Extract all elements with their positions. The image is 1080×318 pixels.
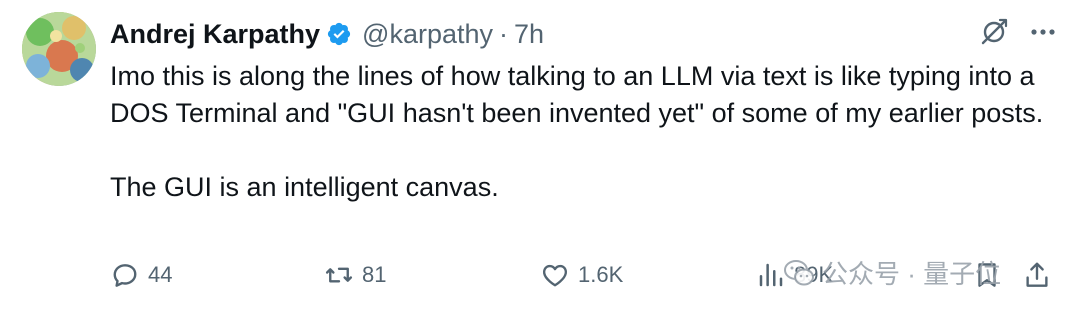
more-icon[interactable]: [1028, 17, 1058, 52]
bookmark-icon: [978, 263, 996, 287]
tweet-timestamp[interactable]: 7h: [514, 19, 544, 50]
separator-dot: ·: [499, 18, 509, 49]
reply-button[interactable]: 44: [110, 260, 172, 290]
views-icon: [759, 263, 783, 287]
repost-button[interactable]: 81: [324, 260, 386, 290]
tweet: Andrej Karpathy @karpathy · 7h Imo this …: [0, 0, 1080, 318]
avatar[interactable]: [22, 12, 96, 86]
avatar-image: [22, 12, 96, 86]
repost-count: 81: [362, 262, 387, 287]
tweet-paragraph: The GUI is an intelligent canvas.: [110, 172, 499, 202]
grok-icon[interactable]: [978, 16, 1010, 53]
tweet-header: Andrej Karpathy @karpathy · 7h: [110, 14, 544, 54]
author-name[interactable]: Andrej Karpathy: [110, 19, 320, 50]
tweet-text: Imo this is along the lines of how talki…: [110, 58, 1060, 206]
views-count: 89K: [794, 262, 834, 287]
share-icon: [1026, 262, 1048, 287]
share-button[interactable]: [1022, 260, 1052, 290]
tweet-paragraph: Imo this is along the lines of how talki…: [110, 61, 1044, 128]
like-button[interactable]: 1.6K: [540, 260, 623, 290]
reply-count: 44: [148, 262, 173, 287]
like-count: 1.6K: [578, 262, 624, 287]
bookmark-button[interactable]: [972, 260, 1002, 290]
like-icon: [542, 264, 568, 287]
header-actions: [978, 16, 1058, 53]
views-button[interactable]: 89K: [756, 260, 833, 290]
tweet-actions: 44 81 1.6K 89K: [110, 260, 1060, 296]
repost-icon: [325, 267, 353, 283]
author-handle[interactable]: @karpathy: [362, 19, 493, 50]
verified-badge-icon: [326, 21, 352, 47]
reply-icon: [113, 264, 137, 287]
